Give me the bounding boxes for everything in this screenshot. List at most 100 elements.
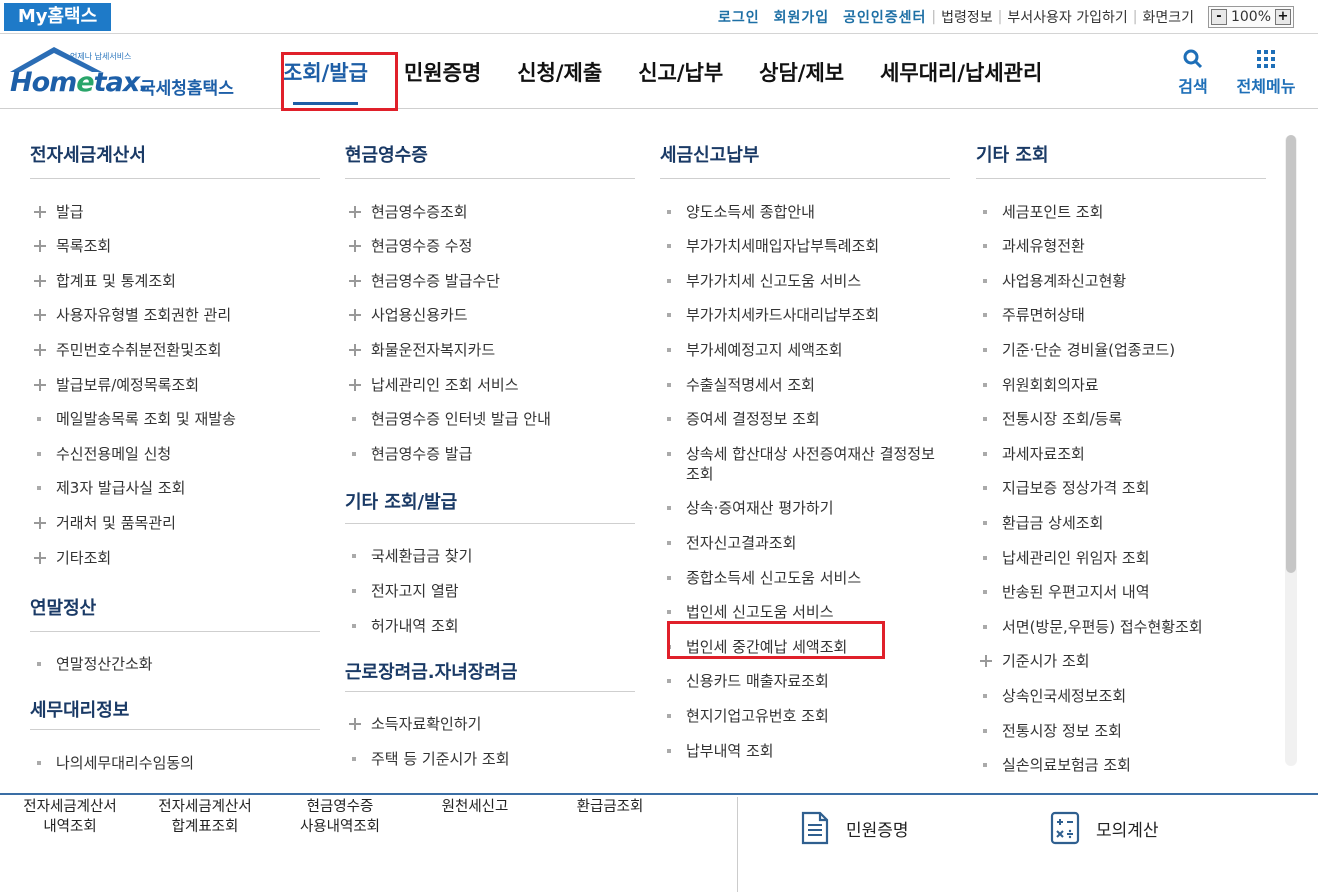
nav-civil-cert[interactable]: 민원증명 [404,35,481,109]
menu-scrollbar[interactable] [1285,135,1297,766]
grid-menu-icon [1257,50,1275,68]
menu-item[interactable]: 발급 [30,202,320,222]
quick-link-cash-receipt-usage[interactable]: 현금영수증 사용내역조회 [286,797,394,837]
menu-item[interactable]: 과세자료조회 [976,444,1266,464]
section-title-other-inquiry-issue[interactable]: 기타 조회/발급 [345,464,635,524]
all-menu-button[interactable]: 전체메뉴 [1231,47,1301,97]
menu-item[interactable]: 메일발송목록 조회 및 재발송 [30,409,320,429]
quick-link-e-invoice-history[interactable]: 전자세금계산서 내역조회 [12,797,128,837]
nav-apply-submit[interactable]: 신청/제출 [517,35,602,109]
menu-item[interactable]: 증여세 결정정보 조회 [660,409,950,429]
my-hometax-button[interactable]: My홈택스 [4,3,111,31]
menu-item[interactable]: 위원회회의자료 [976,375,1266,395]
menu-list: 세금포인트 조회 과세유형전환 사업용계좌신고현황 주류면허상태 기준·단순 경… [976,179,1266,775]
menu-item[interactable]: 현금영수증 발급 [345,444,635,464]
menu-item[interactable]: 현지기업고유번호 조회 [660,706,950,726]
menu-item[interactable]: 현금영수증 발급수단 [345,271,635,291]
menu-item[interactable]: 기타조회 [30,548,320,568]
login-link[interactable]: 로그인 [718,7,760,27]
dept-user-signup-link[interactable]: 부서사용자 가입하기 [1007,7,1127,27]
search-button[interactable]: 검색 [1175,47,1211,97]
menu-item[interactable]: 연말정산간소화 [30,654,320,674]
law-info-link[interactable]: 법령정보 [941,7,993,27]
menu-item[interactable]: 부가가치세매입자납부특례조회 [660,236,950,256]
hometax-logo[interactable]: 언제나 납세서비스 Hometax. 국세청홈택스 [2,44,252,104]
menu-item[interactable]: 과세유형전환 [976,236,1266,256]
menu-item[interactable]: 수출실적명세서 조회 [660,375,950,395]
menu-item[interactable]: 상속세 합산대상 사전증여재산 결정정보 조회 [660,444,950,484]
menu-item[interactable]: 소득자료확인하기 [345,714,635,734]
section-title-year-end[interactable]: 연말정산 [30,568,320,632]
menu-item[interactable]: 기준시가 조회 [976,651,1266,671]
section-title-tax-report-pay[interactable]: 세금신고납부 [660,109,950,179]
menu-item[interactable]: 전자신고결과조회 [660,533,950,553]
menu-item[interactable]: 제3자 발급사실 조회 [30,478,320,498]
menu-item[interactable]: 사용자유형별 조회권한 관리 [30,305,320,325]
section-title-e-tax-invoice[interactable]: 전자세금계산서 [30,109,320,179]
menu-item[interactable]: 주류면허상태 [976,305,1266,325]
menu-item[interactable]: 합계표 및 통계조회 [30,271,320,291]
menu-item[interactable]: 상속인국세정보조회 [976,686,1266,706]
menu-item[interactable]: 전자고지 열람 [345,581,635,601]
section-title-incentive[interactable]: 근로장려금.자녀장려금 [345,636,635,692]
quick-link-refund-inquiry[interactable]: 환급금조회 [560,797,660,817]
menu-item[interactable]: 주택 등 기준시가 조회 [345,749,635,769]
nav-tax-agent[interactable]: 세무대리/납세관리 [880,35,1042,109]
menu-item[interactable]: 부가가치세 신고도움 서비스 [660,271,950,291]
menu-item[interactable]: 지급보증 정상가격 조회 [976,478,1266,498]
menu-item[interactable]: 법인세 신고도움 서비스 [660,602,950,622]
menu-item[interactable]: 나의세무대리수임동의 [30,753,320,773]
zoom-out-button[interactable]: - [1211,9,1227,25]
menu-item[interactable]: 종합소득세 신고도움 서비스 [660,568,950,588]
nav-consult-report[interactable]: 상담/제보 [759,35,844,109]
menu-item[interactable]: 서면(방문,우편등) 접수현황조회 [976,617,1266,637]
calculator-icon [1050,811,1080,845]
nav-report-pay[interactable]: 신고/납부 [638,35,723,109]
menu-item[interactable]: 세금포인트 조회 [976,202,1266,222]
menu-item[interactable]: 사업용계좌신고현황 [976,271,1266,291]
menu-item[interactable]: 목록조회 [30,236,320,256]
menu-item[interactable]: 부가세예정고지 세액조회 [660,340,950,360]
menu-item[interactable]: 국세환급금 찾기 [345,546,635,566]
bullet-icon [32,444,48,464]
bullet-icon [662,409,678,429]
menu-item[interactable]: 발급보류/예정목록조회 [30,375,320,395]
menu-item[interactable]: 현금영수증 수정 [345,236,635,256]
signup-link[interactable]: 회원가입 [774,7,830,27]
menu-item[interactable]: 거래처 및 품목관리 [30,513,320,533]
menu-item[interactable]: 상속·증여재산 평가하기 [660,498,950,518]
menu-item[interactable]: 반송된 우편고지서 내역 [976,582,1266,602]
section-title-other-inquiry[interactable]: 기타 조회 [976,109,1266,179]
menu-item[interactable]: 수신전용메일 신청 [30,444,320,464]
menu-item[interactable]: 실손의료보험금 조회 [976,755,1266,775]
zoom-in-button[interactable]: + [1275,9,1291,25]
cert-center-link[interactable]: 공인인증센터 [843,7,926,27]
menu-item[interactable]: 주민번호수취분전환및조회 [30,340,320,360]
civil-cert-button[interactable]: 민원증명 [800,811,909,845]
divider: | [1132,9,1138,25]
menu-item[interactable]: 사업용신용카드 [345,305,635,325]
menu-item[interactable]: 신용카드 매출자료조회 [660,671,950,691]
menu-item[interactable]: 환급금 상세조회 [976,513,1266,533]
bullet-icon [978,548,994,568]
quick-link-withholding-report[interactable]: 원천세신고 [425,797,525,817]
menu-item[interactable]: 허가내역 조회 [345,616,635,636]
menu-item[interactable]: 전통시장 조회/등록 [976,409,1266,429]
menu-item[interactable]: 현금영수증조회 [345,202,635,222]
menu-item[interactable]: 화물운전자복지카드 [345,340,635,360]
menu-item[interactable]: 납세관리인 조회 서비스 [345,375,635,395]
menu-item[interactable]: 양도소득세 종합안내 [660,202,950,222]
menu-item[interactable]: 부가가치세카드사대리납부조회 [660,305,950,325]
mock-calc-button[interactable]: 모의계산 [1050,811,1159,845]
quick-link-e-invoice-summary[interactable]: 전자세금계산서 합계표조회 [146,797,264,837]
menu-item[interactable]: 납부내역 조회 [660,741,950,761]
scrollbar-thumb[interactable] [1286,135,1296,573]
menu-item[interactable]: 전통시장 정보 조회 [976,721,1266,741]
menu-item[interactable]: 기준·단순 경비율(업종코드) [976,340,1266,360]
menu-item-label: 과세자료조회 [1002,444,1085,463]
bullet-icon [662,671,678,691]
menu-item[interactable]: 납세관리인 위임자 조회 [976,548,1266,568]
section-title-cash-receipt[interactable]: 현금영수증 [345,109,635,179]
menu-item[interactable]: 현금영수증 인터넷 발급 안내 [345,409,635,429]
section-title-tax-agent-info[interactable]: 세무대리정보 [30,674,320,731]
